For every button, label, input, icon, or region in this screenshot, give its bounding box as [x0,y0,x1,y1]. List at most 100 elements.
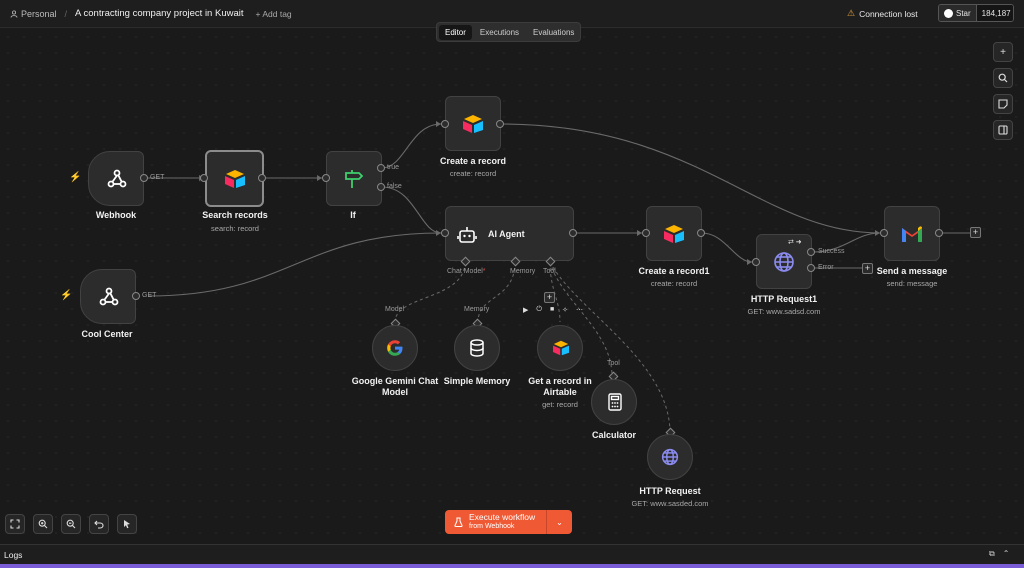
add-node-button[interactable]: + [970,227,981,238]
chevron-up-icon[interactable]: ⌃ [1003,549,1010,559]
node-label: Calculator [591,430,636,440]
input-port[interactable] [322,174,330,182]
execute-main[interactable]: Execute workflow from Webhook [445,510,547,534]
github-star-button[interactable]: Star 184,187 [938,4,1014,22]
execute-workflow-button[interactable]: Execute workflow from Webhook ⌄ [445,510,572,534]
edge-label-success: Success [818,248,845,255]
node-calculator[interactable] [591,379,637,425]
node-create-record[interactable] [445,96,501,151]
breadcrumb-workspace[interactable]: Personal [10,9,57,19]
footer-accent-line [0,564,1024,568]
node-search-records[interactable] [205,150,264,207]
logs-panel-bar[interactable]: Logs ⧉ ⌃ [0,544,1024,564]
fit-view-icon[interactable] [5,514,25,534]
output-port-true[interactable] [377,164,385,172]
execute-sublabel: from Webhook [469,523,515,530]
output-port[interactable] [258,174,266,182]
github-star-count: 184,187 [975,5,1013,21]
node-http-request1[interactable]: ⇄ ➜ [756,234,812,289]
node-label: Create a record1 [638,266,710,276]
flask-icon [454,517,463,527]
airtable-icon [553,340,569,356]
canvas-right-toolbar: + [993,42,1013,140]
input-port[interactable] [441,120,449,128]
webhook-icon [99,287,119,306]
node-http-request[interactable] [647,434,693,480]
output-port[interactable] [935,229,943,237]
node-webhook[interactable] [88,151,144,206]
play-icon[interactable]: ▶ [523,306,528,314]
trash-icon[interactable]: ■ [550,306,554,314]
input-port[interactable] [642,229,650,237]
output-port[interactable] [496,120,504,128]
power-icon[interactable]: ⏻ [536,306,542,314]
add-tag-button[interactable]: + Add tag [256,9,292,19]
airtable-icon [225,170,245,188]
node-simple-memory[interactable] [454,325,500,371]
edge-label-true: true [387,164,400,171]
add-node-icon[interactable]: + [993,42,1013,62]
calculator-icon [608,393,622,411]
tab-executions[interactable]: Executions [474,25,525,40]
sub-port-label: Tool [607,360,620,367]
node-subtitle: create: record [650,279,698,288]
output-port[interactable] [569,229,577,237]
chevron-down-icon[interactable]: ⌄ [547,518,572,527]
popout-icon[interactable]: ⧉ [989,549,995,559]
output-port-success[interactable] [807,248,815,256]
github-icon [944,8,953,18]
node-subtitle: search: record [211,224,259,233]
tab-evaluations[interactable]: Evaluations [527,25,580,40]
edge-label-false: false [387,183,402,190]
node-label: HTTP Request1 [750,294,818,304]
node-get-record[interactable] [537,325,583,371]
edge-label-get: GET [142,292,157,299]
connection-status-label: Connection lost [859,8,918,19]
input-port[interactable] [200,174,208,182]
panel-toggle-icon[interactable] [993,120,1013,140]
globe-icon [774,252,794,272]
search-icon[interactable] [993,68,1013,88]
webhook-icon [107,169,127,188]
node-label: If [350,210,356,220]
edge-label-get: GET [150,174,165,181]
breadcrumb-separator: / [64,8,68,19]
node-create-record1[interactable] [646,206,702,261]
robot-icon [457,227,477,243]
workflow-title[interactable]: A contracting company project in Kuwait [75,8,243,19]
zoom-out-icon[interactable] [61,514,81,534]
more-icon[interactable]: ⋯ [576,306,583,314]
node-label-line1: Get a record in [528,376,592,386]
input-port[interactable] [880,229,888,237]
node-gemini-model[interactable] [372,325,418,371]
output-port[interactable] [132,292,140,300]
node-if[interactable] [326,151,382,206]
node-label: AI Agent [488,229,525,239]
node-subtitle: GET: www.sadsd.com [747,307,821,316]
zoom-in-icon[interactable] [33,514,53,534]
node-send-message[interactable] [884,206,940,261]
warning-icon: ⚠ [847,8,856,18]
node-cool-center[interactable] [80,269,136,324]
output-port-error[interactable] [807,264,815,272]
node-label: HTTP Request [639,486,701,496]
cursor-icon[interactable] [117,514,137,534]
sparkle-icon[interactable]: ✧ [562,306,568,314]
globe-icon [661,448,679,466]
logs-label: Logs [4,550,23,560]
tab-editor[interactable]: Editor [439,24,472,40]
user-icon [10,9,18,18]
sticky-note-icon[interactable] [993,94,1013,114]
connection-status: ⚠ Connection lost [847,8,918,19]
signpost-icon [345,170,364,188]
output-port-false[interactable] [377,183,385,191]
input-port[interactable] [752,258,760,266]
memory-label: Memory [510,268,536,275]
input-port[interactable] [441,229,449,237]
undo-icon[interactable] [89,514,109,534]
output-port[interactable] [140,174,148,182]
node-hover-toolbar: ▶ ⏻ ■ ✧ ⋯ [523,306,583,314]
output-port[interactable] [697,229,705,237]
workspace-label: Personal [21,8,57,19]
add-tool-button[interactable]: + [544,292,555,303]
